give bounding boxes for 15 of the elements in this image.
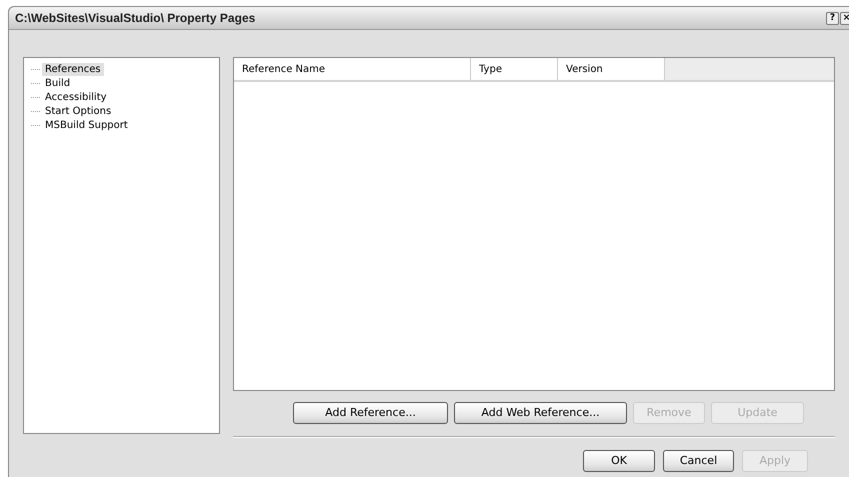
help-button[interactable]: ? [826, 12, 839, 24]
column-header[interactable]: Reference Name [234, 58, 471, 80]
close-button[interactable]: × [840, 12, 849, 24]
window-title: C:\WebSites\VisualStudio\ Property Pages [15, 11, 256, 25]
add-web-reference-button[interactable]: Add Web Reference... [454, 402, 627, 424]
ok-button[interactable]: OK [583, 450, 655, 472]
column-header[interactable]: Version [558, 58, 665, 80]
column-header[interactable]: Type [471, 58, 558, 80]
tree-item[interactable]: Start Options [42, 104, 114, 118]
tree-item[interactable]: Accessibility [42, 90, 110, 104]
cancel-button[interactable]: Cancel [663, 450, 734, 472]
tree-item[interactable]: References [42, 62, 104, 76]
tree-item[interactable]: MSBuild Support [42, 118, 131, 132]
tree-item[interactable]: Build [42, 76, 74, 90]
add-reference-button[interactable]: Add Reference... [293, 402, 448, 424]
